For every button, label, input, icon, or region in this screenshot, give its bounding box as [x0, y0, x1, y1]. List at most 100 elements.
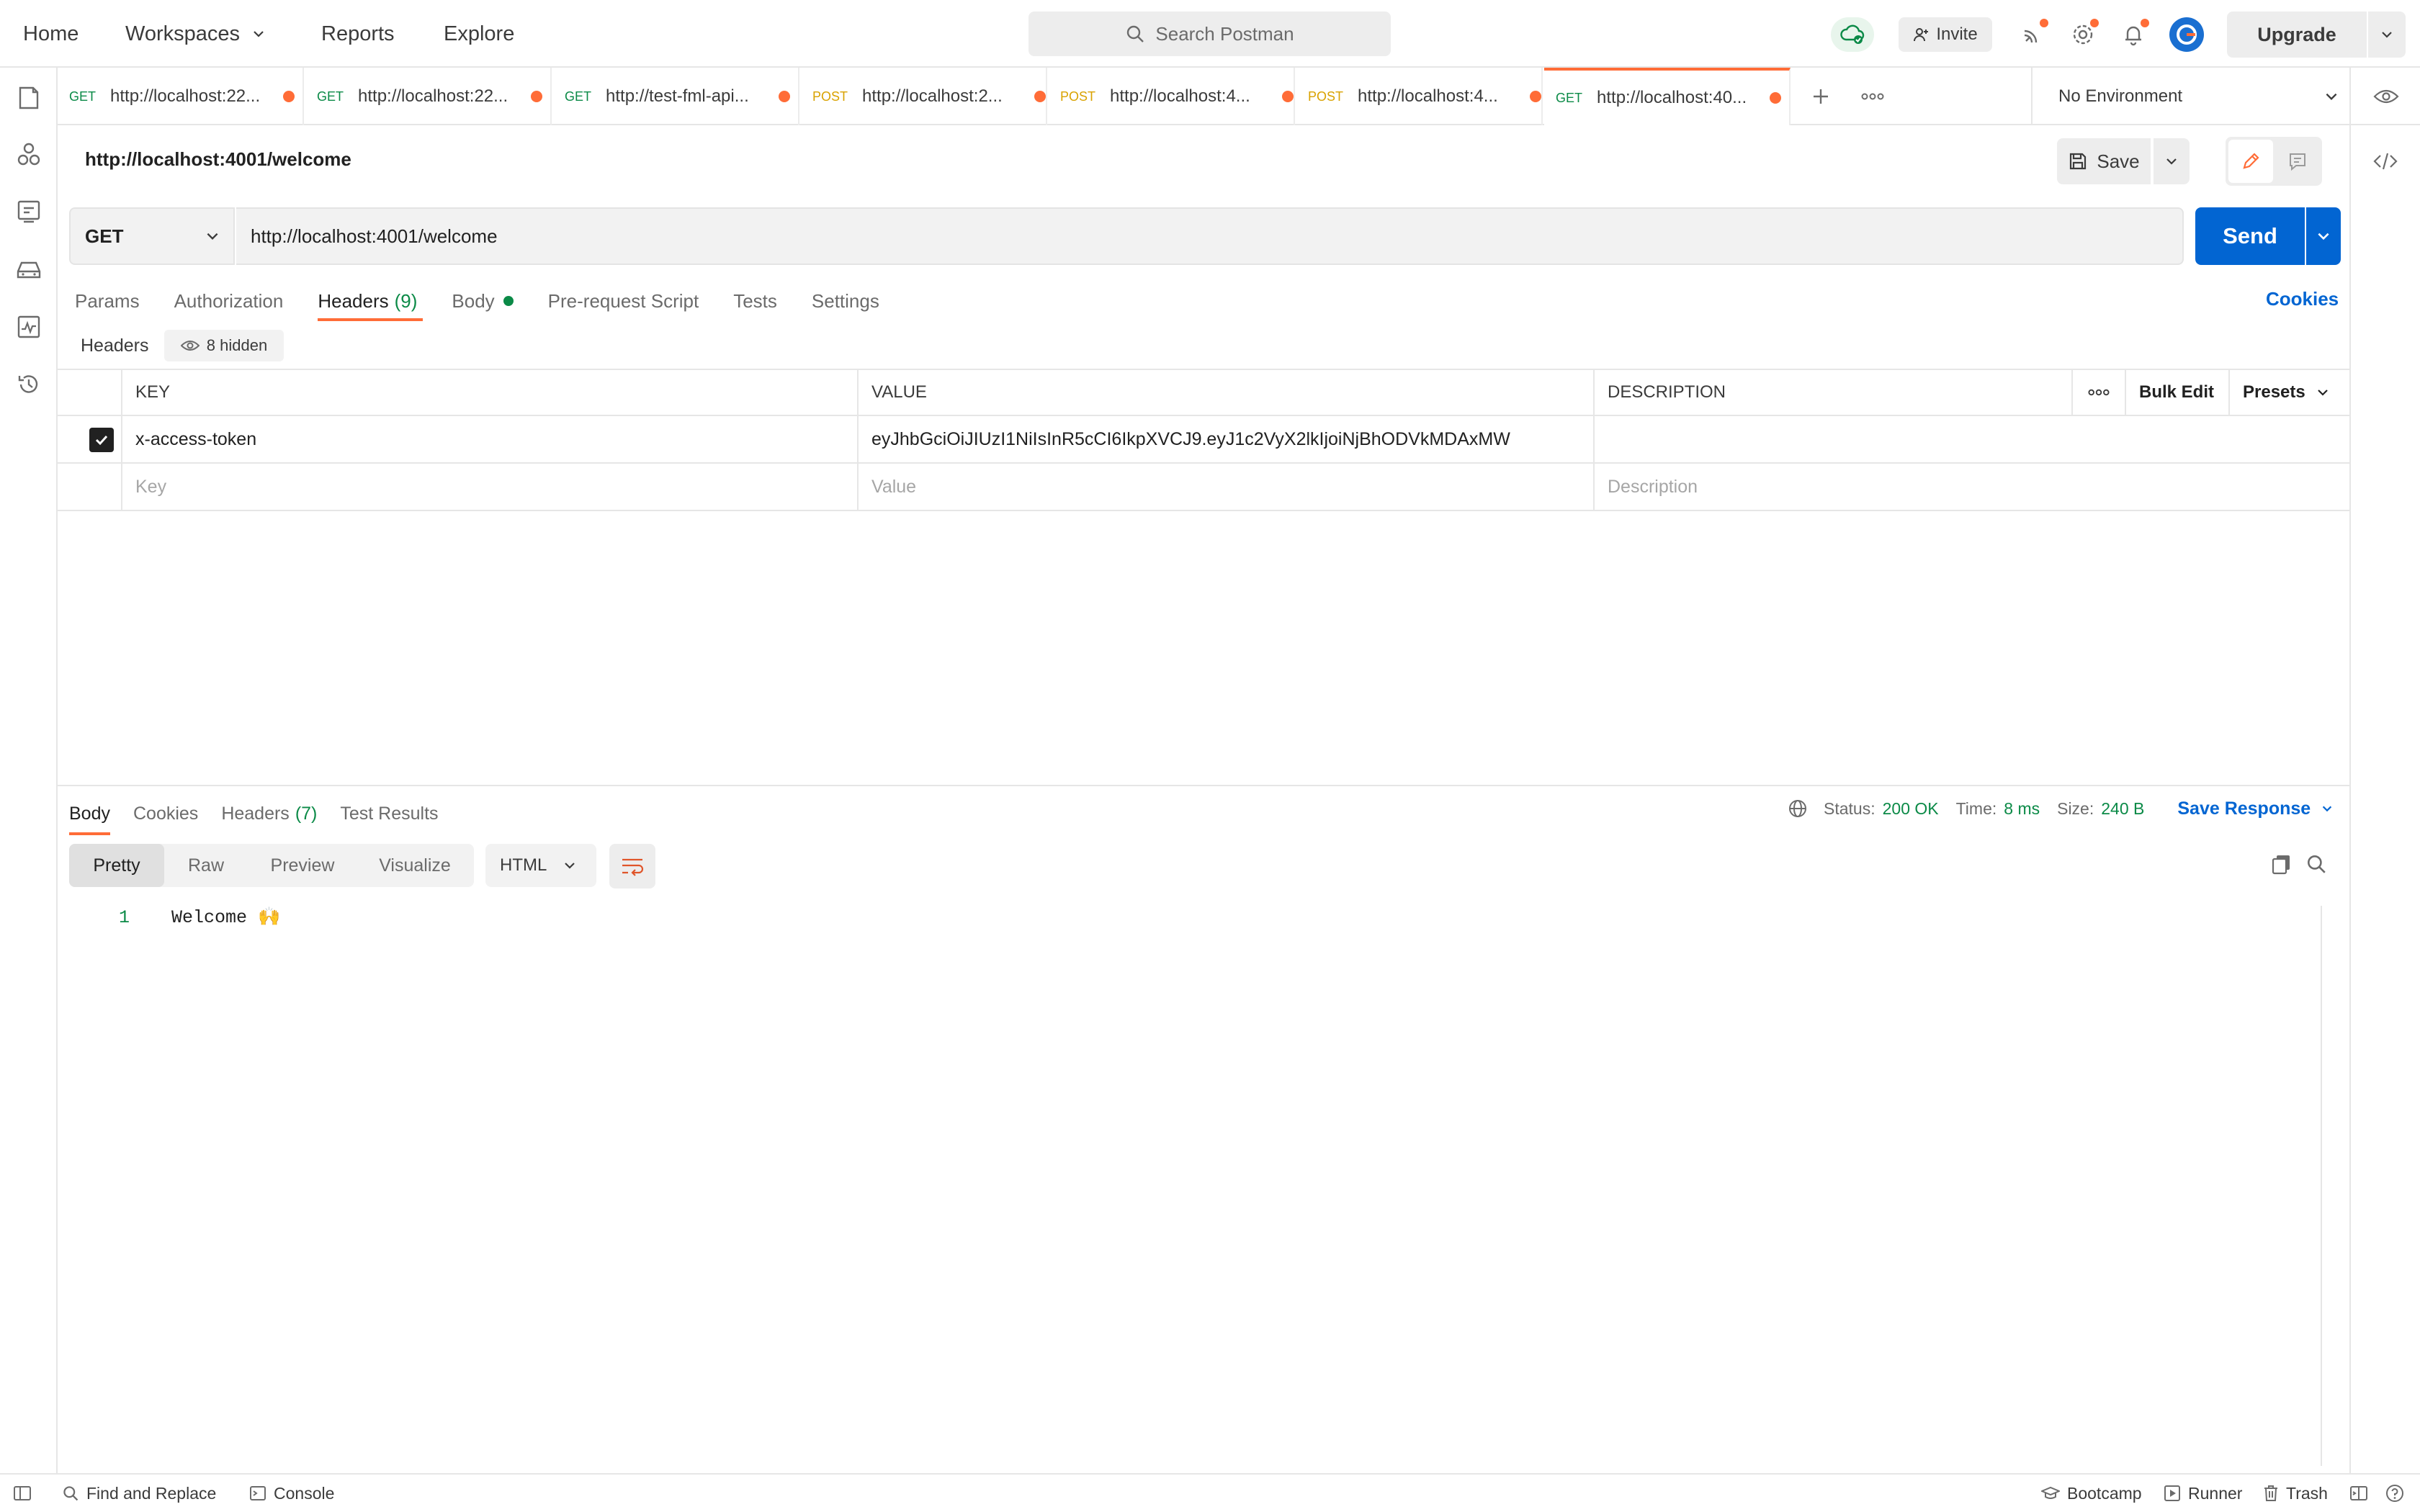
- tab-url: http://localhost:40...: [1597, 88, 1747, 107]
- copy-response-button[interactable]: [2269, 850, 2295, 878]
- tab-tests[interactable]: Tests: [733, 281, 777, 321]
- environment-select[interactable]: No Environment: [2058, 68, 2361, 125]
- satellite-icon[interactable]: [2017, 19, 2048, 50]
- request-tab[interactable]: GET http://localhost:22...: [58, 68, 304, 125]
- gear-icon[interactable]: [2067, 19, 2099, 50]
- sync-status-button[interactable]: [1831, 17, 1874, 52]
- environment-quick-look-button[interactable]: [2370, 82, 2403, 111]
- code-snippet-button[interactable]: [2370, 147, 2401, 176]
- header-value-input[interactable]: eyJhbGciOiJIUzI1NiIsInR5cCI6IkpXVCJ9.eyJ…: [857, 416, 1593, 462]
- request-tab-active[interactable]: GET http://localhost:40...: [1544, 68, 1791, 125]
- nav-workspaces[interactable]: Workspaces: [125, 0, 266, 68]
- request-title[interactable]: http://localhost:4001/welcome: [85, 148, 351, 171]
- url-input[interactable]: http://localhost:4001/welcome: [236, 207, 2184, 265]
- bulk-edit-button[interactable]: Bulk Edit: [2125, 370, 2228, 415]
- format-visualize-button[interactable]: Visualize: [357, 844, 472, 887]
- tab-label: Headers: [221, 803, 290, 824]
- invite-button[interactable]: Invite: [1899, 17, 1992, 52]
- tab-method: POST: [1060, 89, 1096, 104]
- collections-icon[interactable]: [14, 84, 43, 112]
- size-value[interactable]: 240 B: [2101, 799, 2144, 819]
- response-tab-test-results[interactable]: Test Results: [340, 792, 438, 835]
- time-label: Time:: [1955, 798, 1997, 818]
- chevron-down-icon: [2164, 154, 2179, 168]
- method-select[interactable]: GET: [69, 207, 235, 265]
- wrap-lines-button[interactable]: [609, 844, 655, 888]
- time-value[interactable]: 8 ms: [2004, 799, 2040, 819]
- environments-icon[interactable]: [14, 197, 43, 226]
- format-pretty-button[interactable]: Pretty: [69, 844, 164, 887]
- response-divider[interactable]: [58, 785, 2349, 786]
- request-tab[interactable]: GET http://localhost:22...: [305, 68, 552, 125]
- tab-label: Authorization: [174, 289, 284, 312]
- two-pane-view-button[interactable]: [2349, 1475, 2368, 1512]
- runner-button[interactable]: Runner: [2164, 1475, 2242, 1512]
- tab-body[interactable]: Body: [452, 281, 514, 321]
- search-icon: [62, 1485, 79, 1502]
- language-select[interactable]: HTML: [485, 844, 596, 887]
- bell-icon[interactable]: [2118, 19, 2149, 50]
- chevron-down-icon[interactable]: [2368, 27, 2406, 42]
- new-value-input[interactable]: Value: [857, 464, 1593, 510]
- tab-pre-request-script[interactable]: Pre-request Script: [548, 281, 699, 321]
- tab-authorization[interactable]: Authorization: [174, 281, 284, 321]
- send-options-button[interactable]: [2306, 207, 2341, 265]
- comments-button[interactable]: [2276, 140, 2319, 183]
- new-description-input[interactable]: Description: [1593, 464, 2349, 510]
- tab-method: POST: [812, 89, 848, 104]
- header-enabled-checkbox[interactable]: [89, 428, 114, 452]
- upgrade-label: Upgrade: [2257, 23, 2336, 45]
- search-input[interactable]: Search Postman: [1028, 12, 1391, 56]
- avatar[interactable]: [2169, 17, 2204, 52]
- trash-button[interactable]: Trash: [2263, 1475, 2328, 1512]
- new-key-input[interactable]: Key: [121, 464, 857, 510]
- request-tab[interactable]: POST http://localhost:4...: [1049, 68, 1295, 125]
- add-tab-button[interactable]: [1808, 84, 1834, 109]
- request-tab[interactable]: POST http://localhost:4...: [1296, 68, 1543, 125]
- console-button[interactable]: Console: [249, 1475, 334, 1512]
- search-response-button[interactable]: [2302, 850, 2331, 878]
- unsaved-dot: [1282, 91, 1294, 102]
- format-raw-button[interactable]: Raw: [164, 844, 248, 887]
- toggle-sidebar-button[interactable]: [13, 1475, 32, 1512]
- history-icon[interactable]: [14, 370, 43, 399]
- find-and-replace-button[interactable]: Find and Replace: [62, 1475, 216, 1512]
- more-tabs-button[interactable]: [1857, 84, 1888, 109]
- tab-params[interactable]: Params: [75, 281, 140, 321]
- help-button[interactable]: [2385, 1475, 2404, 1512]
- wrap-lines-icon: [620, 856, 645, 876]
- response-tab-body[interactable]: Body: [69, 792, 110, 835]
- nav-reports[interactable]: Reports: [321, 0, 395, 68]
- mock-servers-icon[interactable]: [14, 255, 43, 284]
- send-button[interactable]: Send: [2195, 207, 2305, 265]
- apis-icon[interactable]: [14, 140, 43, 168]
- globe-icon[interactable]: [1788, 798, 1808, 819]
- response-body-line: 1 Welcome 🙌: [108, 904, 280, 930]
- more-options-button[interactable]: [2071, 370, 2125, 415]
- header-key-input[interactable]: x-access-token: [121, 416, 857, 462]
- console-label: Console: [274, 1483, 335, 1503]
- save-button[interactable]: Save: [2057, 138, 2151, 184]
- response-tab-headers[interactable]: Headers (7): [221, 792, 317, 835]
- tab-headers[interactable]: Headers (9): [318, 281, 424, 321]
- monitors-icon[interactable]: [14, 312, 43, 341]
- bootcamp-button[interactable]: Bootcamp: [2041, 1475, 2142, 1512]
- cookies-link[interactable]: Cookies: [2266, 288, 2339, 310]
- response-scrollbar[interactable]: [2321, 906, 2322, 1466]
- presets-dropdown[interactable]: Presets: [2228, 370, 2349, 415]
- response-tab-cookies[interactable]: Cookies: [133, 792, 198, 835]
- upgrade-button[interactable]: Upgrade: [2227, 12, 2406, 58]
- format-preview-button[interactable]: Preview: [248, 844, 357, 887]
- edit-mode-button[interactable]: [2228, 140, 2273, 183]
- status-value[interactable]: 200 OK: [1883, 799, 1939, 819]
- hidden-headers-toggle[interactable]: 8 hidden: [164, 330, 284, 361]
- save-options-button[interactable]: [2154, 138, 2190, 184]
- graduation-cap-icon: [2041, 1485, 2060, 1501]
- tab-settings[interactable]: Settings: [812, 281, 879, 321]
- nav-home[interactable]: Home: [23, 0, 79, 68]
- nav-explore[interactable]: Explore: [444, 0, 514, 68]
- request-tab[interactable]: GET http://test-fml-api...: [553, 68, 799, 125]
- header-description-input[interactable]: [1593, 416, 2349, 462]
- request-tab[interactable]: POST http://localhost:2...: [801, 68, 1047, 125]
- save-response-button[interactable]: Save Response: [2177, 798, 2334, 819]
